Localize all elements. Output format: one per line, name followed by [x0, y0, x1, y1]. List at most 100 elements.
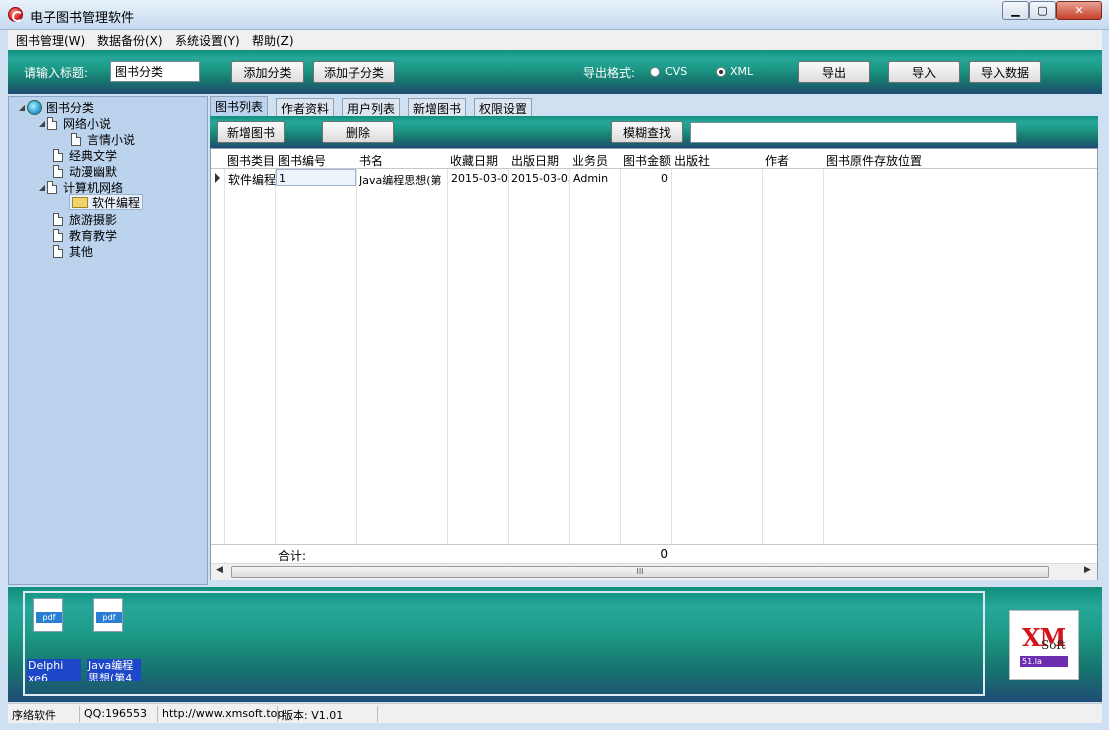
delete-button[interactable]: 删除	[322, 121, 394, 143]
grid-column	[763, 149, 824, 579]
tree-item-label: 动漫幽默	[69, 164, 118, 179]
status-bar: 序络软件 QQ:196553 http://www.xmsoft.top 版本:…	[8, 703, 1102, 723]
tab-permissions[interactable]: 权限设置	[474, 98, 533, 116]
column-header[interactable]: 图书金额	[623, 152, 671, 169]
row-header-column	[211, 149, 225, 579]
tree-item-programming[interactable]: 软件编程	[69, 194, 144, 210]
document-icon	[47, 116, 57, 130]
tree-item-comics[interactable]: 动漫幽默	[53, 163, 117, 179]
summary-row: 合计: 0	[211, 544, 1097, 563]
export-format-label: 导出格式:	[583, 66, 636, 80]
tree-item-label: 教育教学	[69, 228, 118, 243]
search-input[interactable]	[690, 122, 1017, 143]
document-icon	[53, 164, 63, 178]
tree-item-classics[interactable]: 经典文学	[53, 147, 117, 163]
table-cell[interactable]: 1	[279, 172, 355, 185]
category-tree: ◢ 图书分类 ◢ 网络小说 言情小说 经典文学 动漫幽默 ◢ 计算机网络 软件编…	[8, 96, 208, 585]
column-header[interactable]: 书名	[359, 152, 447, 169]
new-book-button[interactable]: 新增图书	[217, 121, 285, 143]
tree-item-travel[interactable]: 旅游摄影	[53, 211, 117, 227]
collapse-icon[interactable]: ◢	[37, 183, 47, 192]
add-subcategory-button[interactable]: 添加子分类	[313, 61, 395, 83]
column-header[interactable]: 业务员	[572, 152, 620, 169]
format-xml-radio[interactable]	[716, 67, 726, 77]
status-version: 版本: V1.01	[278, 706, 378, 722]
column-header[interactable]: 作者	[765, 152, 823, 169]
category-toolbar: 请输入标题: 添加分类 添加子分类 导出格式: CVS XML 导出 导入 导入…	[8, 50, 1102, 94]
tree-item-education[interactable]: 教育教学	[53, 227, 117, 243]
menu-help[interactable]: 帮助(Z)	[252, 32, 294, 49]
title-label: 请输入标题:	[24, 66, 89, 80]
pdf-file-icon[interactable]: pdf	[93, 598, 123, 632]
pdf-file-icon[interactable]: pdf	[33, 598, 63, 632]
pdf-badge: pdf	[96, 612, 122, 623]
tree-item-label: 网络小说	[63, 116, 112, 131]
table-cell[interactable]: Java编程思想(第	[359, 172, 447, 188]
document-icon	[53, 244, 63, 258]
title-input[interactable]	[110, 61, 200, 82]
add-category-button[interactable]: 添加分类	[231, 61, 304, 83]
file-caption[interactable]: Delphi xe6 Android编	[27, 659, 81, 681]
tree-item-web-novel[interactable]: ◢ 网络小说	[37, 115, 111, 131]
export-button[interactable]: 导出	[798, 61, 870, 83]
format-cvs-label: CVS	[665, 65, 688, 78]
column-header[interactable]: 收藏日期	[450, 152, 508, 169]
logo-counter: 51.la	[1020, 656, 1068, 667]
format-xml-label: XML	[730, 65, 754, 78]
grid-column	[509, 149, 570, 579]
tree-item-label: 经典文学	[69, 148, 118, 163]
horizontal-scrollbar[interactable]: ◀ III ▶	[211, 563, 1097, 580]
file-caption[interactable]: Java编程思想(第4	[87, 659, 141, 681]
tree-root[interactable]: ◢ 图书分类	[17, 99, 94, 115]
minimize-button[interactable]: ▁	[1002, 1, 1029, 20]
import-button[interactable]: 导入	[888, 61, 960, 83]
grid-column	[448, 149, 509, 579]
current-row-indicator	[215, 173, 220, 183]
column-header[interactable]: 图书类目	[227, 152, 277, 169]
table-cell[interactable]: 2015-03-03	[511, 172, 569, 185]
tab-bar: 图书列表 作者资料 用户列表 新增图书 权限设置	[210, 96, 550, 116]
tab-book-list[interactable]: 图书列表	[210, 96, 269, 116]
fuzzy-search-button[interactable]: 模糊查找	[611, 121, 683, 143]
document-icon	[47, 180, 57, 194]
status-website[interactable]: http://www.xmsoft.top	[158, 706, 284, 722]
summary-label: 合计:	[278, 549, 307, 563]
grid-column	[276, 149, 357, 579]
table-cell[interactable]: Admin	[573, 172, 621, 185]
table-cell[interactable]: 0	[621, 172, 668, 185]
status-company: 序络软件	[8, 706, 80, 722]
tab-author-info[interactable]: 作者资料	[276, 98, 335, 116]
grid-column	[225, 149, 276, 579]
open-folder-icon	[72, 196, 88, 208]
tree-item-romance[interactable]: 言情小说	[71, 131, 135, 147]
menu-system-settings[interactable]: 系统设置(Y)	[175, 32, 240, 49]
table-cell[interactable]: 软件编程	[228, 171, 276, 188]
table-cell[interactable]: 2015-03-03	[451, 172, 509, 185]
column-header[interactable]: 出版社	[674, 152, 762, 169]
column-header[interactable]: 图书原件存放位置	[826, 152, 986, 169]
format-cvs-radio[interactable]	[650, 67, 660, 77]
tab-user-list[interactable]: 用户列表	[342, 98, 401, 116]
close-button[interactable]: ✕	[1056, 1, 1102, 20]
import-data-button[interactable]: 导入数据	[969, 61, 1041, 83]
column-header[interactable]: 出版日期	[511, 152, 569, 169]
maximize-button[interactable]: ▢	[1029, 1, 1056, 20]
file-list: pdf Delphi xe6 Android编 pdf Java编程思想(第4	[23, 591, 985, 696]
tree-item-label: 其他	[69, 244, 94, 259]
status-qq: QQ:196553	[80, 706, 158, 722]
menu-data-backup[interactable]: 数据备份(X)	[97, 32, 163, 49]
summary-amount: 0	[660, 547, 668, 561]
scroll-right-icon[interactable]: ▶	[1084, 565, 1091, 575]
file-panel: pdf Delphi xe6 Android编 pdf Java编程思想(第4 …	[8, 587, 1102, 702]
column-header[interactable]: 图书编号	[278, 152, 356, 169]
collapse-icon[interactable]: ◢	[37, 119, 47, 128]
tab-new-book[interactable]: 新增图书	[408, 98, 467, 116]
tree-item-other[interactable]: 其他	[53, 243, 93, 259]
collapse-icon[interactable]: ◢	[17, 103, 27, 112]
menu-book-management[interactable]: 图书管理(W)	[16, 32, 85, 49]
tree-item-label: 言情小说	[87, 132, 136, 147]
window-title: 电子图书管理软件	[30, 11, 135, 26]
scroll-left-icon[interactable]: ◀	[216, 565, 223, 575]
tree-item-label: 软件编程	[92, 195, 141, 210]
scrollbar-thumb[interactable]: III	[231, 566, 1049, 578]
